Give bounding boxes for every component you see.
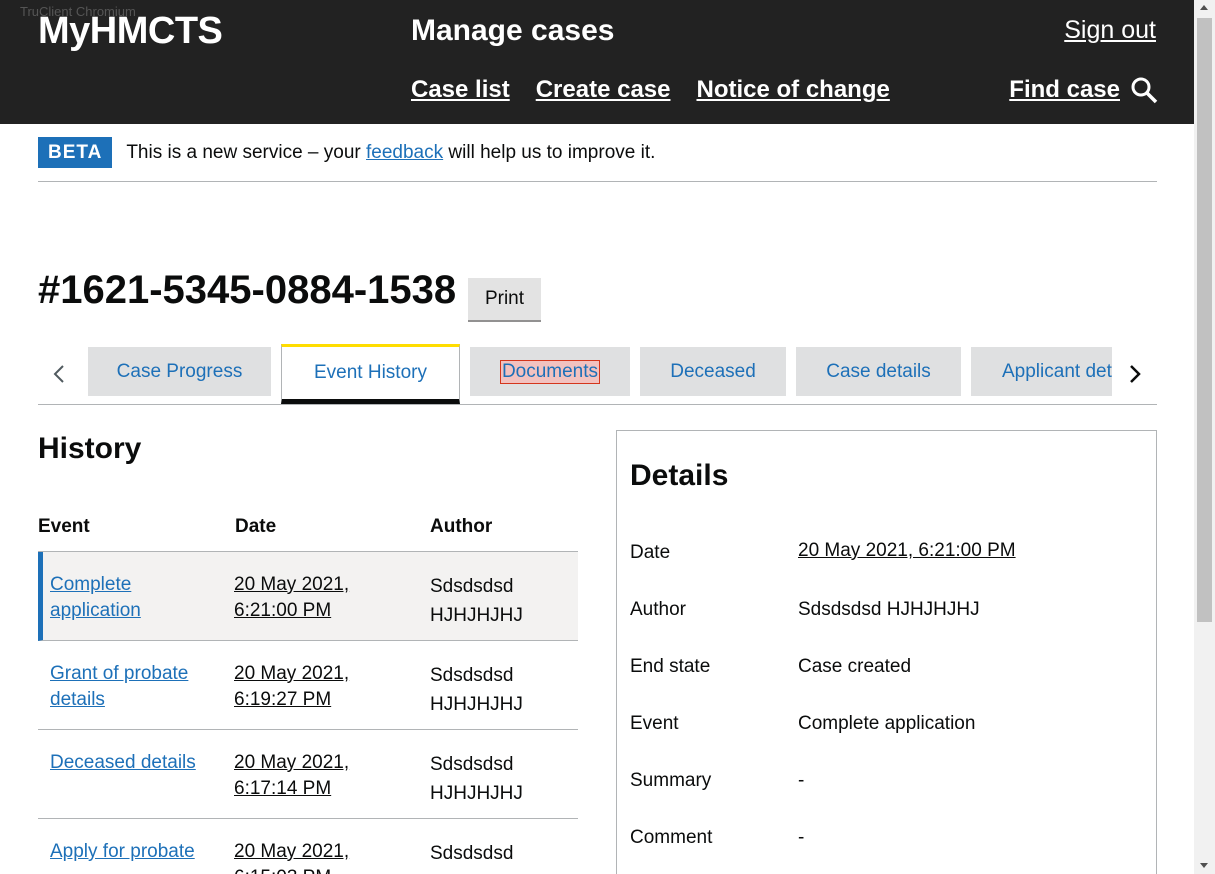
scrollbar-thumb[interactable]: [1197, 18, 1212, 622]
scroll-up-icon[interactable]: [1200, 5, 1208, 10]
beta-message: This is a new service – your feedback wi…: [126, 142, 655, 164]
detail-value: -: [798, 770, 805, 791]
beta-message-text: This is a new service – your: [126, 142, 367, 163]
column-date: Date: [235, 516, 277, 537]
tab-event-history[interactable]: Event History: [281, 344, 460, 404]
event-author: Sdsdsdsd HJHJHJHJ: [430, 665, 523, 715]
chevron-left-icon[interactable]: [48, 362, 72, 386]
nav-notice-of-change[interactable]: Notice of change: [696, 76, 889, 104]
history-row-selected[interactable]: Complete application 20 May 2021, 6:21:0…: [38, 552, 578, 641]
tab-case-progress[interactable]: Case Progress: [88, 347, 271, 396]
event-date: 20 May 2021, 6:21:00 PM: [234, 574, 350, 621]
feedback-link[interactable]: feedback: [366, 142, 443, 163]
tab-strip: Case Progress Event History Documents De…: [88, 344, 1112, 405]
case-reference: #1621-5345-0884-1538: [38, 268, 457, 312]
tab-applicant-details[interactable]: Applicant details: [971, 347, 1112, 396]
history-table-header: Event Date Author: [38, 514, 578, 552]
detail-label: Author: [630, 599, 686, 620]
event-author: Sdsdsdsd HJHJHJHJ: [430, 754, 523, 804]
beta-tag: BETA: [38, 137, 113, 168]
detail-label: Comment: [630, 827, 713, 848]
phase-banner: BETA This is a new service – your feedba…: [38, 137, 1157, 182]
tab-label: Event History: [314, 362, 427, 383]
event-link[interactable]: Deceased details: [50, 750, 210, 776]
detail-value: Sdsdsdsd HJHJHJHJ: [798, 599, 980, 620]
global-header: TruClient Chromium MyHMCTS Manage cases …: [0, 0, 1194, 124]
find-case[interactable]: Find case: [1009, 76, 1158, 104]
detail-label: End state: [630, 656, 711, 677]
event-date: 20 May 2021, 6:17:14 PM: [234, 752, 350, 799]
service-name: Manage cases: [411, 14, 615, 47]
beta-message-text-end: will help us to improve it.: [443, 142, 656, 163]
event-link[interactable]: Grant of probate details: [50, 661, 210, 713]
page-scrollbar[interactable]: [1194, 0, 1215, 874]
tab-label: Case Progress: [116, 360, 243, 382]
history-row[interactable]: Apply for probate 20 May 2021, 6:15:03 P…: [38, 819, 578, 874]
find-case-link[interactable]: Find case: [1009, 76, 1120, 104]
history-row[interactable]: Deceased details 20 May 2021, 6:17:14 PM…: [38, 730, 578, 819]
case-tabs: Case Progress Event History Documents De…: [38, 344, 1157, 405]
tab-label: Applicant details: [1002, 360, 1112, 382]
sign-out-link[interactable]: Sign out: [1064, 16, 1156, 45]
details-heading: Details: [630, 459, 729, 492]
primary-nav: Case list Create case Notice of change: [411, 76, 890, 104]
detail-label: Date: [630, 542, 671, 563]
print-button[interactable]: Print: [468, 278, 541, 322]
event-date: 20 May 2021, 6:15:03 PM: [234, 841, 350, 874]
event-details-panel: Details Date 20 May 2021, 6:21:00 PM Aut…: [616, 430, 1157, 874]
detail-value: Case created: [798, 656, 912, 677]
detail-label: Summary: [630, 770, 712, 791]
tab-deceased[interactable]: Deceased: [640, 347, 786, 396]
detail-value: -: [798, 827, 805, 848]
tab-label: Case details: [826, 360, 931, 382]
event-link[interactable]: Apply for probate: [50, 839, 210, 865]
detail-value: 20 May 2021, 6:21:00 PM: [798, 540, 1016, 561]
detail-value: Complete application: [798, 713, 976, 734]
event-date: 20 May 2021, 6:19:27 PM: [234, 663, 350, 710]
history-row[interactable]: Grant of probate details 20 May 2021, 6:…: [38, 641, 578, 730]
logo[interactable]: MyHMCTS: [38, 10, 223, 53]
event-author: Sdsdsdsd HJHJHJHJ: [430, 576, 523, 626]
tab-documents[interactable]: Documents: [470, 347, 630, 396]
event-link[interactable]: Complete application: [50, 572, 210, 624]
detail-label: Event: [630, 713, 679, 734]
chevron-right-icon[interactable]: [1122, 362, 1146, 386]
event-author: Sdsdsdsd HJHJHJHJ: [430, 843, 523, 874]
nav-create-case[interactable]: Create case: [536, 76, 671, 104]
column-author: Author: [430, 516, 493, 537]
tab-label: Deceased: [670, 360, 756, 382]
history-heading: History: [38, 432, 142, 465]
nav-case-list[interactable]: Case list: [411, 76, 510, 104]
column-event: Event: [38, 516, 90, 537]
search-icon[interactable]: [1130, 76, 1158, 104]
tab-label: Documents: [499, 359, 601, 384]
scroll-down-icon[interactable]: [1200, 863, 1208, 868]
tab-case-details[interactable]: Case details: [796, 347, 961, 396]
